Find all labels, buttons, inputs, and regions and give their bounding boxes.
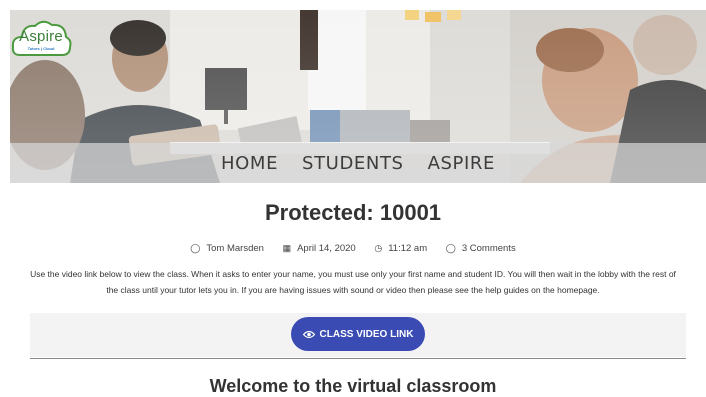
post-date: April 14, 2020 (297, 243, 356, 254)
video-button-label: CLASS VIDEO LINK (319, 328, 414, 340)
nav-item-students[interactable]: STUDENTS (302, 153, 404, 174)
comments-meta[interactable]: ◯ 3 Comments (442, 243, 520, 254)
clock-icon: ◷ (374, 243, 383, 253)
main-nav: HOME STUDENTS ASPIRE (10, 143, 706, 183)
nav-item-aspire[interactable]: ASPIRE (428, 153, 495, 174)
date-meta: ▦ April 14, 2020 (279, 243, 360, 254)
logo-subtext: Tutors | Cloud (27, 46, 55, 51)
eye-icon (302, 330, 315, 338)
post-meta: ◯ Tom Marsden ▦ April 14, 2020 ◷ 11:12 am ◯… (0, 243, 706, 254)
author-name: Tom Marsden (206, 243, 264, 254)
user-icon: ◯ (190, 243, 201, 253)
comment-icon: ◯ (445, 243, 456, 253)
author-meta[interactable]: ◯ Tom Marsden (186, 243, 268, 254)
post-time: 11:12 am (388, 243, 428, 254)
comments-count: 3 Comments (461, 243, 516, 254)
post-body: Use the video link below to view the cla… (30, 269, 676, 295)
section-heading: Welcome to the virtual classroom (209, 376, 497, 396)
time-meta: ◷ 11:12 am (370, 243, 431, 254)
logo-text: Aspire (19, 28, 63, 45)
nav-item-home[interactable]: HOME (221, 153, 278, 174)
divider (30, 358, 686, 359)
page-title: Protected: 10001 (264, 200, 442, 225)
aspire-logo[interactable]: Aspire Tutors | Cloud (10, 15, 72, 59)
class-video-link-button[interactable]: CLASS VIDEO LINK (291, 317, 425, 351)
calendar-icon: ▦ (282, 243, 292, 253)
